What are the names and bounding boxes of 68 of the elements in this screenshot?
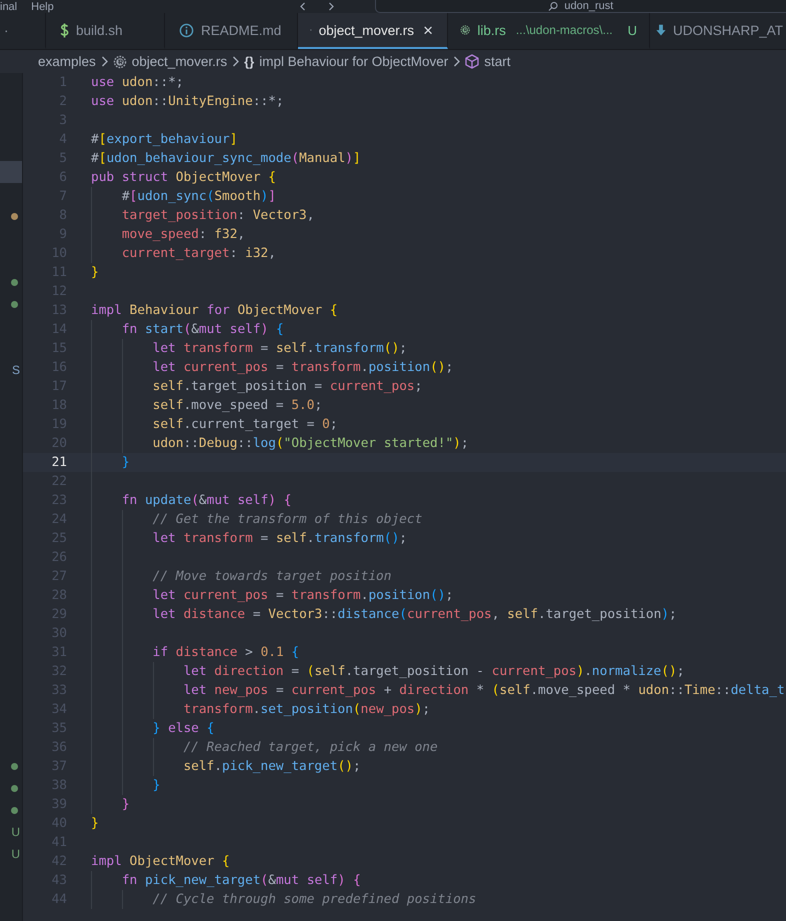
breadcrumb-item[interactable]: start	[484, 54, 511, 69]
code-line: }	[152, 778, 160, 793]
down-arrow-icon	[656, 22, 666, 38]
code-line: current_target: i32,	[122, 246, 276, 261]
code-line: transform.set_position(new_pos);	[183, 702, 430, 717]
editor-tab[interactable]: object_mover.rs ×	[298, 13, 448, 49]
code-line: if distance > 0.1 {	[152, 645, 300, 660]
code-line: // Move towards target position	[152, 569, 392, 584]
code-line: target_position: Vector3,	[122, 208, 314, 223]
menu-item[interactable]: inal	[0, 1, 18, 13]
code-line: self.pick_new_target();	[183, 759, 361, 774]
line-number: 21	[50, 455, 67, 470]
code-line: // Get the transform of this object	[152, 512, 422, 527]
git-status: S	[12, 363, 20, 377]
breadcrumb-item[interactable]: object_mover.rs	[132, 54, 228, 69]
git-status: U	[11, 847, 20, 861]
tab-label: build.sh	[76, 22, 123, 38]
code-line: // Reached target, pick a new one	[183, 740, 438, 755]
braces-icon: {}	[244, 54, 254, 69]
breadcrumb-item[interactable]: examples	[38, 54, 96, 69]
tab-label: UDONSHARP_AT	[672, 22, 783, 38]
code-line: }	[122, 797, 130, 812]
code-line: self.move_speed = 5.0;	[152, 398, 322, 413]
chevron-icon	[453, 56, 460, 67]
git-status: U	[11, 825, 20, 839]
close-button[interactable]: ×	[421, 22, 435, 38]
code-line: impl ObjectMover {	[91, 854, 230, 869]
info-icon	[179, 22, 194, 38]
code-line: } else {	[152, 721, 214, 736]
code-line: udon::Debug::log("ObjectMover started!");	[152, 436, 469, 451]
code-line: self.target_position = current_pos;	[152, 379, 422, 394]
code-line: let current_pos = transform.position();	[152, 360, 454, 375]
code-line: self.current_target = 0;	[152, 417, 338, 432]
code-line: let current_pos = transform.position();	[152, 588, 454, 603]
chevron-icon	[100, 56, 108, 67]
code-line: }	[122, 455, 130, 470]
tab-label: lib.rs	[477, 22, 506, 38]
code-line: #[udon_sync(Smooth)]	[122, 189, 276, 204]
code-line: impl Behaviour for ObjectMover {	[91, 303, 338, 318]
code-line: let direction = (self.target_position - current_pos).normalize();	[183, 664, 684, 679]
tab-label: ·	[4, 22, 8, 38]
code-line: fn update(&mut self) {	[122, 493, 292, 508]
code-line: #[export_behaviour]	[91, 132, 238, 147]
code-line: let new_pos = current_pos + direction * (self.move_speed * udon::Time::delta_t	[183, 683, 785, 698]
search-icon	[548, 2, 558, 10]
code-line: fn start(&mut self) {	[122, 322, 284, 337]
dollar-icon	[60, 22, 69, 38]
code-line: use udon::*;	[91, 75, 184, 90]
chevron-icon	[232, 56, 240, 67]
code-line: use udon::UnityEngine::*;	[91, 94, 284, 109]
code-line: fn pick_new_target(&mut self) {	[122, 873, 361, 888]
code-line: let transform = self.transform();	[152, 341, 407, 356]
cube-icon	[465, 54, 480, 69]
menu-item[interactable]: Help	[31, 1, 54, 13]
tab-path: ...\udon-macros\...	[516, 23, 613, 37]
breadcrumb-item[interactable]: impl Behaviour for ObjectMover	[259, 54, 448, 69]
code-line: let distance = Vector3::distance(current_pos, self.target_position);	[152, 607, 677, 622]
code-line: #[udon_behaviour_sync_mode(Manual)]	[91, 151, 361, 166]
tab-label: README.md	[201, 22, 282, 38]
code-line: }	[91, 265, 99, 280]
code-line: let transform = self.transform();	[152, 531, 407, 546]
code-line: pub struct ObjectMover {	[91, 170, 276, 185]
code-line: move_speed: f32,	[122, 227, 246, 242]
search-field[interactable]: udon_rust	[374, 0, 786, 13]
git-status: U	[628, 22, 637, 38]
code-line: // Cycle through some predefined positions	[152, 892, 476, 907]
tab-label: object_mover.rs	[318, 22, 414, 38]
code-line: }	[91, 816, 99, 831]
